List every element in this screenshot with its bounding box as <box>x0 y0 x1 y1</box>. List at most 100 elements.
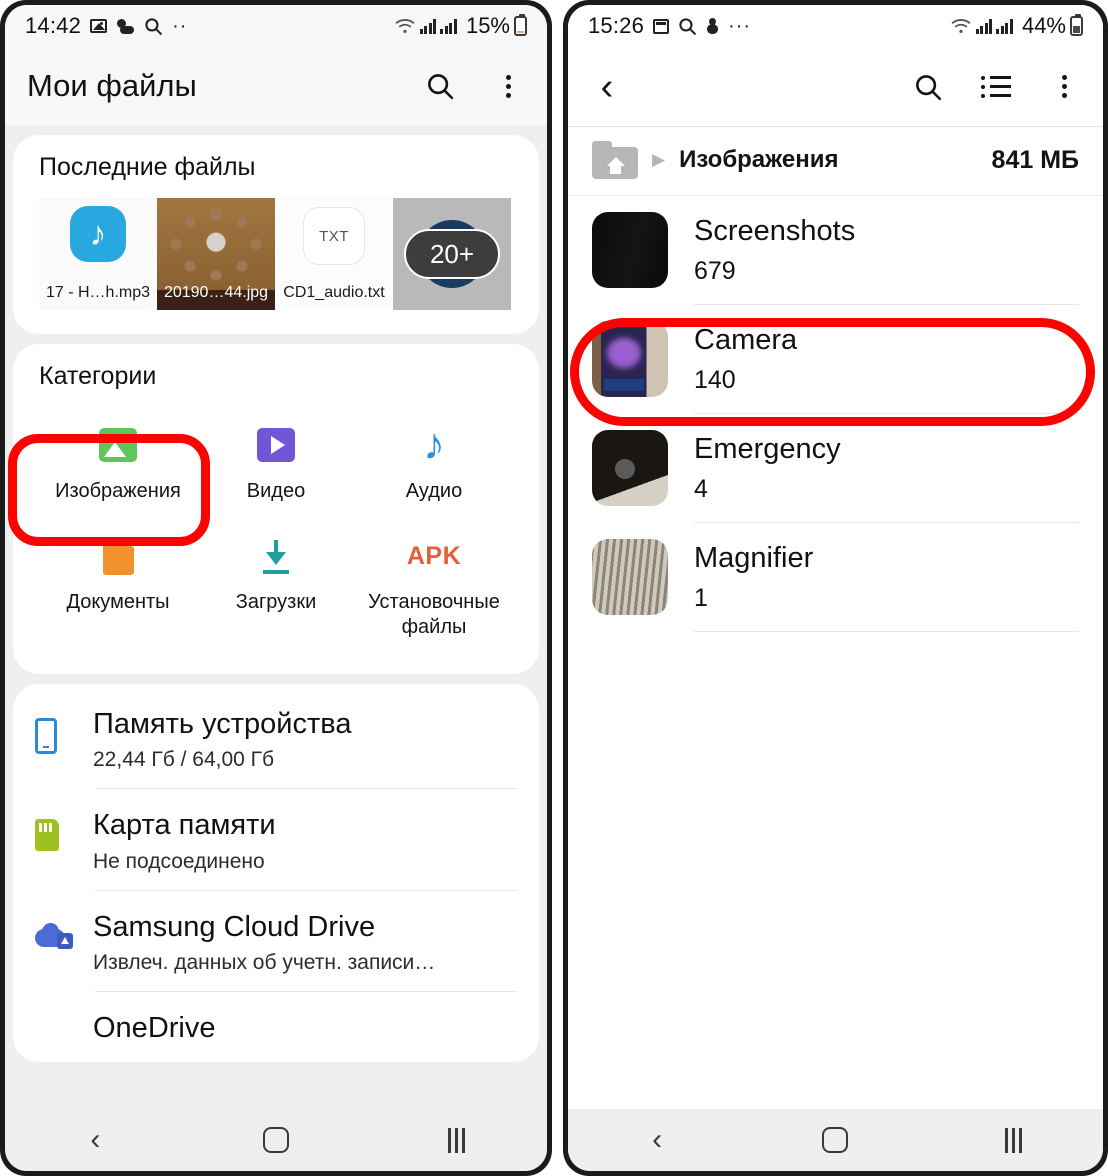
chevron-right-icon: ▶ <box>652 150 666 169</box>
signal-bars-2-icon <box>440 18 457 34</box>
storage-title: OneDrive <box>93 1011 216 1044</box>
nav-home-button[interactable] <box>186 1127 367 1153</box>
nav-home-button[interactable] <box>746 1127 924 1153</box>
recent-file-name: 17 - H…h.mp3 <box>45 284 151 301</box>
more-count-badge: 20+ <box>404 229 500 279</box>
category-label: Аудио <box>405 480 463 502</box>
left-scroll-content[interactable]: Последние файлы ♪ 17 - H…h.mp3 20190…44.… <box>5 125 547 1109</box>
status-time: 15:26 <box>588 13 645 38</box>
storage-row-samsung-cloud[interactable]: Samsung Cloud Drive Извлеч. данных об уч… <box>13 891 539 991</box>
divider <box>694 631 1079 632</box>
breadcrumb-path[interactable]: Изображения <box>679 146 838 174</box>
folder-row-camera[interactable]: Camera 140 <box>568 305 1103 413</box>
category-label: Установочные файлы <box>368 591 500 638</box>
search-icon <box>678 17 697 36</box>
nav-recents-button[interactable] <box>366 1127 547 1153</box>
recent-file-tile[interactable]: TXT CD1_audio.txt <box>275 198 393 310</box>
audio-note-icon: ♪ <box>423 420 445 469</box>
more-dots-icon: ··· <box>728 15 752 37</box>
search-icon[interactable] <box>911 70 945 104</box>
left-app-bar: Мои файлы <box>5 47 547 125</box>
category-documents[interactable]: Документы <box>39 518 197 650</box>
calendar-icon <box>653 18 670 34</box>
folder-row-magnifier[interactable]: Magnifier 1 <box>568 523 1103 631</box>
left-phone-frame: 14:42 ·· 15% Мои файлы Последние файлы ♪… <box>0 0 552 1176</box>
left-status-bar: 14:42 ·· 15% <box>5 5 547 47</box>
video-icon <box>257 428 295 462</box>
storage-card: Память устройства 22,44 Гб / 64,00 Гб Ка… <box>13 684 539 1062</box>
category-downloads[interactable]: Загрузки <box>197 518 355 650</box>
status-time: 14:42 <box>25 13 82 38</box>
screenshot-stage: 14:42 ·· 15% Мои файлы Последние файлы ♪… <box>0 0 1108 1176</box>
folder-thumbnail <box>592 430 668 506</box>
signal-bars-2-icon <box>996 18 1013 34</box>
image-icon <box>99 428 137 462</box>
left-nav-bar: ‹ <box>5 1109 547 1171</box>
battery-icon <box>514 14 527 36</box>
nav-back-button[interactable]: ‹ <box>5 1125 186 1155</box>
right-phone-screen: 15:26 ··· 44% ‹ ▶ Изображения 841 МБ Scr… <box>568 5 1103 1171</box>
battery-charging-icon <box>1070 14 1083 36</box>
folder-thumbnail <box>592 321 668 397</box>
audio-file-icon: ♪ <box>70 206 126 262</box>
list-view-icon[interactable] <box>979 70 1013 104</box>
folder-home-icon[interactable] <box>592 141 638 179</box>
right-scroll-content[interactable]: ▶ Изображения 841 МБ Screenshots 679 Cam… <box>568 127 1103 1109</box>
kebab-menu-icon[interactable] <box>491 69 525 103</box>
categories-title: Категории <box>39 362 157 390</box>
storage-subtitle: Не подсоединено <box>93 849 265 873</box>
photo-icon <box>90 19 108 33</box>
nav-recents-button[interactable] <box>925 1127 1103 1153</box>
back-chevron-icon[interactable]: ‹ <box>590 68 624 106</box>
left-phone-screen: 14:42 ·· 15% Мои файлы Последние файлы ♪… <box>5 5 547 1171</box>
category-video[interactable]: Видео <box>197 407 355 514</box>
folder-count: 4 <box>694 474 708 503</box>
storage-row-onedrive[interactable]: OneDrive <box>13 992 539 1062</box>
kebab-menu-icon[interactable] <box>1047 70 1081 104</box>
category-apk[interactable]: APK Установочные файлы <box>355 518 513 650</box>
folder-count: 679 <box>694 256 736 285</box>
document-icon <box>102 537 134 575</box>
folder-thumbnail <box>592 212 668 288</box>
breadcrumb: ▶ Изображения 841 МБ <box>568 127 1103 196</box>
search-icon[interactable] <box>423 69 457 103</box>
folder-row-emergency[interactable]: Emergency 4 <box>568 414 1103 522</box>
cloud-icon <box>35 921 75 951</box>
storage-row-sdcard[interactable]: Карта памяти Не подсоединено <box>13 789 539 889</box>
categories-grid: Изображения Видео ♪ Аудио Документы Загр… <box>39 407 513 650</box>
category-label: Изображения <box>55 480 181 502</box>
nav-back-button[interactable]: ‹ <box>568 1125 746 1155</box>
battery-percent: 15% <box>465 13 510 38</box>
page-title: Мои файлы <box>27 68 197 103</box>
storage-row-device[interactable]: Память устройства 22,44 Гб / 64,00 Гб <box>13 688 539 788</box>
sd-card-icon <box>35 819 59 852</box>
wifi-icon <box>394 18 416 34</box>
category-label: Загрузки <box>235 591 317 613</box>
category-images[interactable]: Изображения <box>39 407 197 514</box>
right-app-bar: ‹ <box>568 47 1103 127</box>
category-audio[interactable]: ♪ Аудио <box>355 407 513 514</box>
category-label: Видео <box>246 480 306 502</box>
storage-subtitle: Извлеч. данных об учетн. записи… <box>93 950 436 974</box>
folder-row-screenshots[interactable]: Screenshots 679 <box>568 196 1103 304</box>
search-icon <box>144 17 163 36</box>
storage-title: Память устройства <box>93 708 352 740</box>
right-status-bar: 15:26 ··· 44% <box>568 5 1103 47</box>
phone-icon <box>35 718 57 754</box>
battery-percent: 44% <box>1021 13 1066 38</box>
folder-count: 1 <box>694 583 708 612</box>
recent-file-tile[interactable]: ♪ 17 - H…h.mp3 <box>39 198 157 310</box>
category-label: Документы <box>66 591 170 613</box>
categories-card: Категории Изображения Видео ♪ Аудио Доку… <box>13 344 539 674</box>
signal-bars-1-icon <box>419 18 437 34</box>
download-icon <box>258 538 294 574</box>
recent-file-more-tile[interactable]: 20+ <box>393 198 511 310</box>
wifi-icon <box>950 18 972 34</box>
recent-file-tile[interactable]: 20190…44.jpg <box>157 198 275 310</box>
folder-name: Screenshots <box>694 215 856 248</box>
storage-subtitle: 22,44 Гб / 64,00 Гб <box>93 748 275 772</box>
recent-file-name: 20190…44.jpg <box>163 284 269 301</box>
folder-thumbnail <box>592 539 668 615</box>
more-dots-icon: ·· <box>172 15 188 37</box>
storage-title: Samsung Cloud Drive <box>93 910 376 943</box>
